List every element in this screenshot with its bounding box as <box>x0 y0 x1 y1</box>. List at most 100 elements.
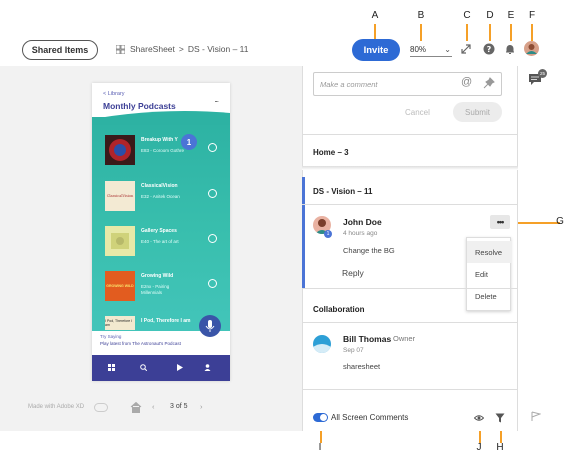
filter-icon[interactable] <box>495 413 505 423</box>
callout-d: D <box>486 10 494 21</box>
submit-button[interactable]: Submit <box>453 102 502 122</box>
podcast-subtitle: E32 - Anitek Ocean <box>141 194 180 199</box>
play-nav-icon[interactable] <box>176 364 183 371</box>
prev-page-icon[interactable]: ‹ <box>152 402 155 411</box>
collab-role: Owner <box>393 334 416 343</box>
play-latest-link[interactable]: Play latest from The Astronaut's Podcast <box>100 341 181 346</box>
home-icon[interactable] <box>130 402 142 413</box>
podcast-thumbnail: GROWING WILD <box>105 271 135 301</box>
callout-h: H <box>496 442 504 453</box>
next-page-icon[interactable]: › <box>200 402 203 411</box>
invite-button[interactable]: Invite <box>352 39 400 61</box>
collab-text: sharesheet <box>343 362 381 371</box>
breadcrumb-separator: > <box>178 44 184 54</box>
check-circle-icon <box>208 279 217 288</box>
divider <box>302 134 518 135</box>
comment-number-badge: 1 <box>324 230 332 238</box>
mic-icon <box>205 320 215 332</box>
more-options-button[interactable]: ••• <box>490 215 510 229</box>
help-icon[interactable]: ? <box>483 43 495 55</box>
section-home[interactable]: Home – 3 <box>313 148 349 157</box>
callout-c: C <box>463 10 471 21</box>
grid-nav-icon[interactable] <box>108 364 115 371</box>
podcast-item[interactable]: GROWING WILD Growing Wild E2nx - Pairing… <box>105 271 220 305</box>
podcast-subtitle: E2nx - Pairing Millennials <box>141 284 170 295</box>
cancel-button[interactable]: Cancel <box>405 108 430 117</box>
user-photo-icon <box>313 344 331 353</box>
divider <box>302 204 518 205</box>
divider <box>302 322 518 323</box>
comment-pin-badge[interactable]: 1 <box>181 134 197 150</box>
check-circle-icon <box>208 234 217 243</box>
podcast-subtitle: E83 - Coroom Gothre <box>141 148 185 153</box>
phone-bottom-nav <box>92 355 230 381</box>
callout-g: G <box>556 216 564 227</box>
callout-i: I <box>318 442 322 453</box>
fullscreen-icon[interactable] <box>460 43 472 55</box>
eye-icon[interactable] <box>474 413 484 423</box>
phone-back-link[interactable]: < Library <box>103 91 125 97</box>
bell-icon[interactable] <box>504 43 516 55</box>
page-counter: 3 of 5 <box>170 403 188 410</box>
wave-shape <box>92 111 230 125</box>
search-nav-icon[interactable] <box>140 364 147 371</box>
podcast-title: ClassicalVision <box>141 183 178 189</box>
podcast-item[interactable]: Breakup With Y E83 - Coroom Gothre <box>105 135 220 169</box>
podcast-title: Gallery Spaces <box>141 228 177 234</box>
phone-title: Monthly Podcasts <box>103 101 176 111</box>
podcast-title: Growing Wild <box>141 273 174 279</box>
xd-logo-icon <box>94 403 108 412</box>
reply-button[interactable]: Reply <box>342 268 364 278</box>
podcast-thumbnail: I Pod, Therefore I am <box>105 316 135 330</box>
callout-j: J <box>476 442 482 453</box>
breadcrumb-sharesheet[interactable]: ShareSheet <box>130 44 175 54</box>
divider <box>302 166 518 170</box>
profile-nav-icon[interactable] <box>204 364 211 371</box>
divider <box>302 288 518 289</box>
podcast-thumbnail <box>105 135 135 165</box>
check-circle-icon <box>208 189 217 198</box>
breadcrumb-current: DS - Vision – 11 <box>187 44 249 54</box>
collab-date: Sep 07 <box>343 347 364 354</box>
comment-placeholder: Make a comment <box>320 80 378 89</box>
svg-text:?: ? <box>487 45 492 54</box>
callout-a: A <box>371 10 379 21</box>
comment-author: John Doe <box>343 217 382 227</box>
callout-f: F <box>528 10 536 21</box>
all-screen-comments-label: All Screen Comments <box>331 413 409 422</box>
section-current: DS - Vision – 11 <box>313 187 373 196</box>
shared-items-button[interactable]: Shared Items <box>22 40 98 60</box>
grid-icon[interactable] <box>116 45 125 54</box>
divider <box>302 389 518 390</box>
callout-line-g <box>512 222 560 224</box>
podcast-subtitle: E40 - The art of art <box>141 239 179 244</box>
podcast-thumbnail <box>105 226 135 256</box>
podcast-thumbnail: ClassicalVision <box>105 181 135 211</box>
menu-resolve[interactable]: Resolve <box>467 241 512 263</box>
breadcrumb: ShareSheet > DS - Vision – 11 <box>130 44 253 54</box>
phone-more-icon[interactable]: ... <box>214 95 219 104</box>
comment-text: Change the BG <box>343 246 395 255</box>
flag-icon[interactable] <box>531 411 541 421</box>
podcast-title: I Pod, Therefore I am <box>141 318 191 324</box>
callout-b: B <box>417 10 425 21</box>
check-circle-icon <box>208 143 217 152</box>
zoom-value: 80% <box>410 45 427 54</box>
podcast-item[interactable]: ClassicalVision ClassicalVision E32 - An… <box>105 181 220 215</box>
comment-time: 4 hours ago <box>343 230 378 237</box>
all-screen-comments-toggle[interactable] <box>313 413 328 422</box>
mic-button[interactable] <box>199 315 221 337</box>
podcast-item[interactable]: Gallery Spaces E40 - The art of art <box>105 226 220 260</box>
top-bar: Shared Items ShareSheet > DS - Vision – 11… <box>0 34 564 66</box>
zoom-select[interactable]: 80% ⌄ <box>410 45 452 57</box>
avatar-icon[interactable] <box>524 41 539 56</box>
comment-options-menu: Resolve Edit Delete <box>466 237 512 311</box>
comment-input[interactable]: Make a comment <box>313 72 502 96</box>
avatar <box>313 335 331 353</box>
try-saying-label: Try Saying <box>100 334 122 339</box>
comments-count-badge: 25 <box>538 69 547 78</box>
menu-edit[interactable]: Edit <box>467 263 512 285</box>
chevron-down-icon: ⌄ <box>444 45 451 54</box>
pin-icon[interactable] <box>483 77 495 89</box>
mention-icon[interactable]: @ <box>461 76 472 88</box>
